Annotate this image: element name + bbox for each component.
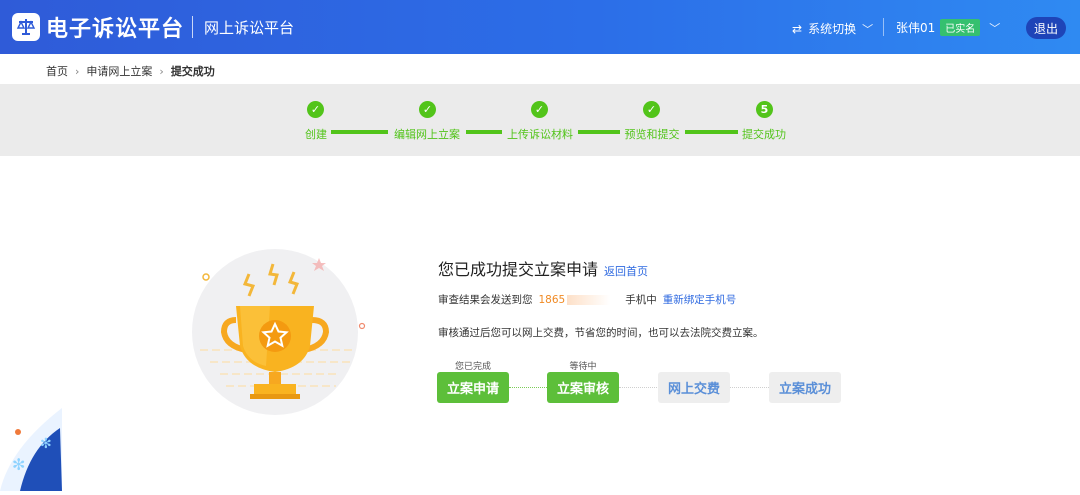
svg-text:✻: ✻ [40,436,52,452]
result-message-payment: 审核通过后您可以网上交费，节省您的时间，也可以去法院交费立案。 [438,327,764,339]
check-icon: ✓ [307,101,324,118]
step-connector [331,130,388,134]
phone-number: 1865 [538,293,566,306]
brand-divider [192,16,193,38]
result-message-phone: 审查结果会发送到您 1865 手机中 重新绑定手机号 [438,292,736,307]
rebind-phone-link[interactable]: 重新绑定手机号 [663,292,737,307]
system-switch-label: 系统切换 [808,22,857,36]
step-label: 编辑网上立案 [394,128,460,141]
user-menu[interactable]: 张伟01 已实名 ﹀ [896,19,1000,36]
check-icon: ✓ [643,101,660,118]
user-name: 张伟01 [896,21,936,35]
chevron-right-icon: › [159,64,164,78]
scales-logo-icon [12,13,40,41]
breadcrumb: 首页 › 申请网上立案 › 提交成功 [46,63,215,79]
phone-mask [567,294,622,305]
header-divider [883,18,884,36]
system-switch-menu[interactable]: ⇄ 系统切换 ﹀ [792,20,873,37]
step-label: 上传诉讼材料 [507,128,573,141]
brand-title: 电子诉讼平台 [46,17,185,42]
chevron-right-icon: › [75,64,80,78]
step-label: 提交成功 [742,128,786,141]
progress-connector [619,387,657,388]
chevron-down-icon: ﹀ [862,22,874,36]
progress-step-payment: 网上交费 [658,372,730,403]
progress-connector [509,387,547,388]
progress-step-apply: 立案申请 [437,372,509,403]
platform-subtitle: 网上诉讼平台 [204,19,295,37]
svg-text:✻: ✻ [12,455,25,474]
top-header: 电子诉讼平台 网上诉讼平台 ⇄ 系统切换 ﹀ 张伟01 已实名 ﹀ 退出 [0,0,1080,54]
check-icon: ✓ [531,101,548,118]
steps-bar: ✓ ✓ ✓ ✓ 5 创建 编辑网上立案 上传诉讼材料 预览和提交 提交成功 [0,84,1080,156]
progress-step-review: 立案审核 [547,372,619,403]
step-connector [685,130,738,134]
result-message-prefix: 审查结果会发送到您 [438,294,533,306]
breadcrumb-current: 提交成功 [170,65,215,78]
result-message-suffix: 手机中 [625,294,657,306]
step-label: 创建 [305,128,327,141]
check-icon: ✓ [419,101,436,118]
chevron-down-icon: ﹀ [989,21,1001,35]
progress-caption: 您已完成 [454,362,492,372]
breadcrumb-apply[interactable]: 申请网上立案 [86,63,152,79]
trophy-star-icon [186,246,366,422]
verified-badge: 已实名 [940,19,981,36]
swap-arrows-icon: ⇄ [792,21,803,36]
step-label: 预览和提交 [624,128,680,141]
result-title-row: 您已成功提交立案申请 返回首页 [438,256,648,280]
step-connector [466,130,502,134]
logout-button[interactable]: 退出 [1026,17,1066,39]
step-connector [578,130,620,134]
progress-connector [729,387,769,388]
breadcrumb-home[interactable]: 首页 [46,63,68,79]
result-title: 您已成功提交立案申请 [438,260,599,279]
corner-decoration: ✻ ✻ [0,408,62,491]
progress-step-success: 立案成功 [769,372,841,403]
progress-caption: 等待中 [569,362,597,372]
back-home-link[interactable]: 返回首页 [604,263,648,279]
step-number-badge: 5 [756,101,773,118]
